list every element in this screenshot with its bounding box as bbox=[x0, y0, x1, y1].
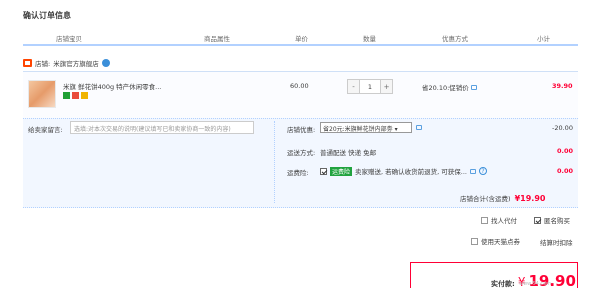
qty-input[interactable]: 1 bbox=[359, 80, 381, 93]
seven-day-icon[interactable] bbox=[63, 92, 70, 99]
shop-icon bbox=[23, 59, 32, 67]
quantity-stepper: - 1 + bbox=[347, 79, 393, 94]
shipping-amount: 0.00 bbox=[557, 147, 574, 155]
page-title: 确认订单信息 bbox=[23, 11, 71, 20]
promo-text: 省20.10:促销价 bbox=[422, 84, 469, 92]
settle-points-label: 结算时扣除 bbox=[540, 239, 573, 247]
watermark: www.54.com bbox=[519, 281, 552, 287]
qty-plus-button[interactable]: + bbox=[381, 80, 392, 93]
col-header-quantity: 数量 bbox=[363, 35, 376, 43]
insurance-text: 卖家赠送, 若确认收货前退货, 可获保... bbox=[355, 168, 467, 176]
store-total: 店铺合计(含运费) ¥19.90 bbox=[460, 193, 546, 204]
chat-icon[interactable] bbox=[101, 59, 110, 67]
store-name-link[interactable]: 米旗官方旗舰店 bbox=[53, 58, 99, 68]
card-icon[interactable] bbox=[81, 92, 88, 99]
store-prefix: 店铺: bbox=[35, 60, 51, 68]
insurance-info-icon[interactable] bbox=[469, 168, 476, 174]
col-header-price: 单价 bbox=[295, 35, 308, 43]
coupon-label: 店铺优惠: bbox=[287, 126, 316, 134]
anonymous-label: 匿名购买 bbox=[544, 217, 570, 225]
insurance-tag: 运费险 bbox=[330, 166, 353, 176]
tmall-points-option: 使用天猫点券 bbox=[471, 236, 520, 246]
qty-minus-button[interactable]: - bbox=[348, 80, 359, 93]
proxy-pay-option: 找人代付 bbox=[481, 215, 517, 225]
tmall-points-checkbox[interactable] bbox=[471, 237, 478, 245]
col-header-attributes: 商品属性 bbox=[204, 35, 230, 43]
promo-info-icon[interactable] bbox=[470, 84, 477, 90]
insurance-checkbox[interactable] bbox=[320, 167, 327, 175]
message-label: 给卖家留言: bbox=[28, 126, 63, 134]
header-divider bbox=[23, 44, 578, 46]
insurance-amount: 0.00 bbox=[557, 167, 574, 175]
store-row: 店铺: 米旗官方旗舰店 bbox=[23, 58, 110, 68]
product-thumbnail[interactable] bbox=[28, 80, 56, 108]
item-subtotal: 39.90 bbox=[552, 82, 573, 90]
tmall-points-label: 使用天猫点券 bbox=[481, 238, 520, 246]
shipping-label: 运送方式: bbox=[287, 149, 316, 157]
anonymous-option: 匿名购买 bbox=[534, 215, 570, 225]
col-header-promo: 优惠方式 bbox=[442, 35, 468, 43]
col-header-subtotal: 小计 bbox=[537, 35, 550, 43]
help-icon[interactable]: ? bbox=[478, 167, 487, 175]
guarantee-icon[interactable] bbox=[72, 92, 79, 99]
anonymous-checkbox[interactable] bbox=[534, 216, 541, 224]
item-row bbox=[23, 72, 578, 118]
proxy-pay-label: 找人代付 bbox=[491, 217, 517, 225]
insurance-row: 运费险 卖家赠送, 若确认收货前退货, 可获保... ? bbox=[320, 166, 487, 176]
coupon-info-icon[interactable] bbox=[416, 125, 422, 130]
unit-price: 60.00 bbox=[290, 82, 309, 90]
promo-info: 省20.10:促销价 bbox=[422, 82, 477, 92]
proxy-pay-checkbox[interactable] bbox=[481, 216, 488, 224]
col-header-item: 店铺宝贝 bbox=[56, 35, 82, 43]
insurance-label: 运费险: bbox=[287, 169, 309, 177]
store-total-label: 店铺合计(含运费) bbox=[460, 195, 511, 203]
message-input[interactable]: 选填:对本次交易的说明(建议填写已和卖家协商一致的内容) bbox=[70, 121, 254, 134]
product-badges bbox=[63, 92, 88, 99]
shipping-method: 普通配送 快递 免邮 bbox=[320, 149, 377, 157]
product-title-link[interactable]: 米旗 鲜花饼400g 特产休闲零食... bbox=[63, 81, 161, 91]
panel-divider bbox=[274, 121, 275, 203]
store-total-amount: ¥19.90 bbox=[514, 193, 546, 203]
coupon-amount: -20.00 bbox=[552, 124, 573, 132]
coupon-select[interactable]: 省20元:米旗鲜花饼内部劵 ▾ bbox=[320, 122, 412, 133]
payment-label: 实付款: bbox=[491, 280, 515, 288]
